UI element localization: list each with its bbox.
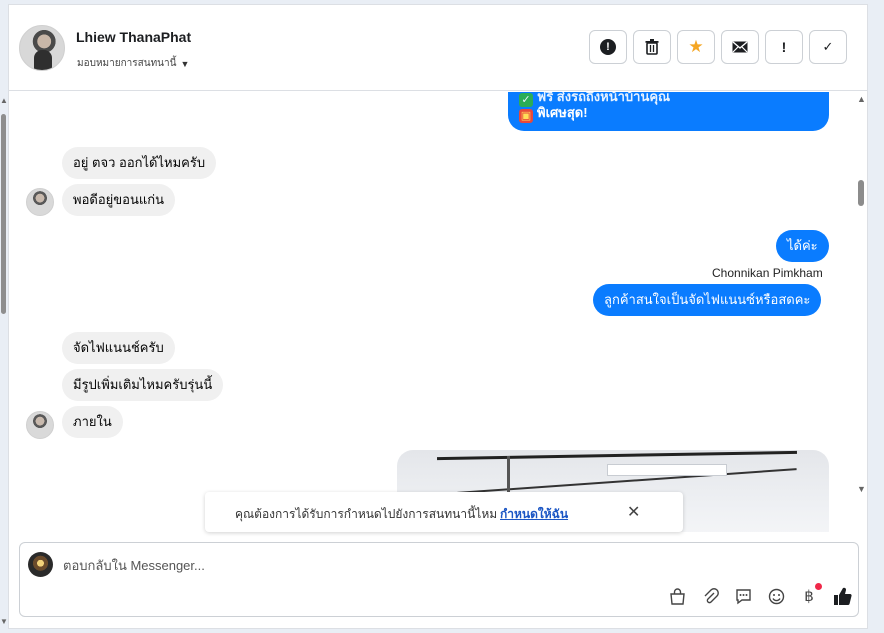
shop-icon[interactable] [666,585,688,607]
gift-icon: ▣ [519,109,533,123]
page-scroll-thumb[interactable] [1,114,6,314]
message-incoming[interactable]: อยู่ ตจว ออกได้ไหมครับ [62,147,217,179]
emoji-icon[interactable] [765,585,787,607]
star-button[interactable]: ★ [677,30,715,64]
image-content [507,456,510,496]
message-outgoing-promo[interactable]: ✓ ฟรี ส่งรถถึงหน้าบ้านคุณ ▣ พิเศษสุด! [508,92,829,131]
message-scroll-thumb[interactable] [858,180,864,206]
message-incoming[interactable]: มีรูปเพิ่มเติมไหมครับรุ่นนี้ [62,369,224,401]
assign-dropdown[interactable]: มอบหมายการสนทนานี้ ▼ [77,56,189,71]
header-actions: ! ★ ! ✓ [589,30,847,64]
assign-reminder-banner: คุณต้องการได้รับการกำหนดไปยังการสนทนานี้… [205,492,683,532]
close-icon[interactable]: ✕ [627,502,640,522]
delete-button[interactable] [633,30,671,64]
assign-label: มอบหมายการสนทนานี้ [77,58,177,69]
agent-name: Chonnikan Pimkham [712,266,823,280]
scroll-down-arrow-icon[interactable]: ▼ [857,484,866,494]
message-incoming[interactable]: จัดไฟแนนช์ครับ [62,332,175,364]
assign-to-me-link[interactable]: กำหนดให้ฉัน [500,505,568,524]
mark-unread-button[interactable] [721,30,759,64]
conversation-header: Lhiew ThanaPhat มอบหมายการสนทนานี้ ▼ ! ★… [9,5,867,91]
mark-done-button[interactable]: ✓ [809,30,847,64]
message-scrollbar[interactable]: ▲ ▼ [855,92,867,494]
follow-up-button[interactable]: ! [765,30,803,64]
message-list[interactable]: ✓ ฟรี ส่งรถถึงหน้าบ้านคุณ ▣ พิเศษสุด! อยู่… [9,92,867,532]
promo-line-2: ▣ พิเศษสุด! [519,102,588,123]
message-incoming[interactable]: ภายใน [62,406,123,438]
notification-dot [815,583,822,590]
check-icon: ✓ [822,39,834,54]
mark-spam-button[interactable]: ! [589,30,627,64]
exclamation-icon: ! [781,39,787,55]
trash-icon [645,39,659,55]
reply-input[interactable] [63,555,663,575]
contact-avatar-small[interactable] [26,411,54,439]
scroll-down-arrow-icon[interactable]: ▼ [0,617,8,626]
payment-icon[interactable]: ฿ [798,583,822,607]
contact-avatar[interactable] [19,25,65,71]
conversation-panel: Lhiew ThanaPhat มอบหมายการสนทนานี้ ▼ ! ★… [8,4,868,629]
image-content [437,450,797,461]
page-scrollbar[interactable]: ▲ ▼ [0,96,8,626]
message-incoming[interactable]: พอดีอยู่ขอนแก่น [62,184,175,216]
page-avatar [28,552,53,577]
message-outgoing[interactable]: ลูกค้าสนใจเป็นจัดไฟแนนซ์หรือสดคะ [593,284,822,316]
contact-name[interactable]: Lhiew ThanaPhat [76,29,191,45]
baht-icon: ฿ [804,588,814,605]
envelope-icon [732,41,748,53]
message-outgoing[interactable]: ได้ค่ะ [776,230,829,262]
saved-reply-icon[interactable] [732,585,754,607]
reply-composer: ฿ [19,542,859,617]
star-icon: ★ [688,37,704,56]
caret-down-icon: ▼ [180,58,190,69]
contact-avatar-small[interactable] [26,188,54,216]
composer-tools: ฿ [666,583,853,607]
image-content [607,464,727,476]
reminder-text: คุณต้องการได้รับการกำหนดไปยังการสนทนานี้… [235,507,498,521]
promo-line-2-text: พิเศษสุด! [537,105,588,120]
attach-icon[interactable] [699,585,721,607]
scroll-up-arrow-icon[interactable]: ▲ [857,94,866,104]
alert-circle-icon: ! [600,39,616,55]
scroll-up-arrow-icon[interactable]: ▲ [0,96,8,105]
like-icon[interactable] [831,585,853,607]
